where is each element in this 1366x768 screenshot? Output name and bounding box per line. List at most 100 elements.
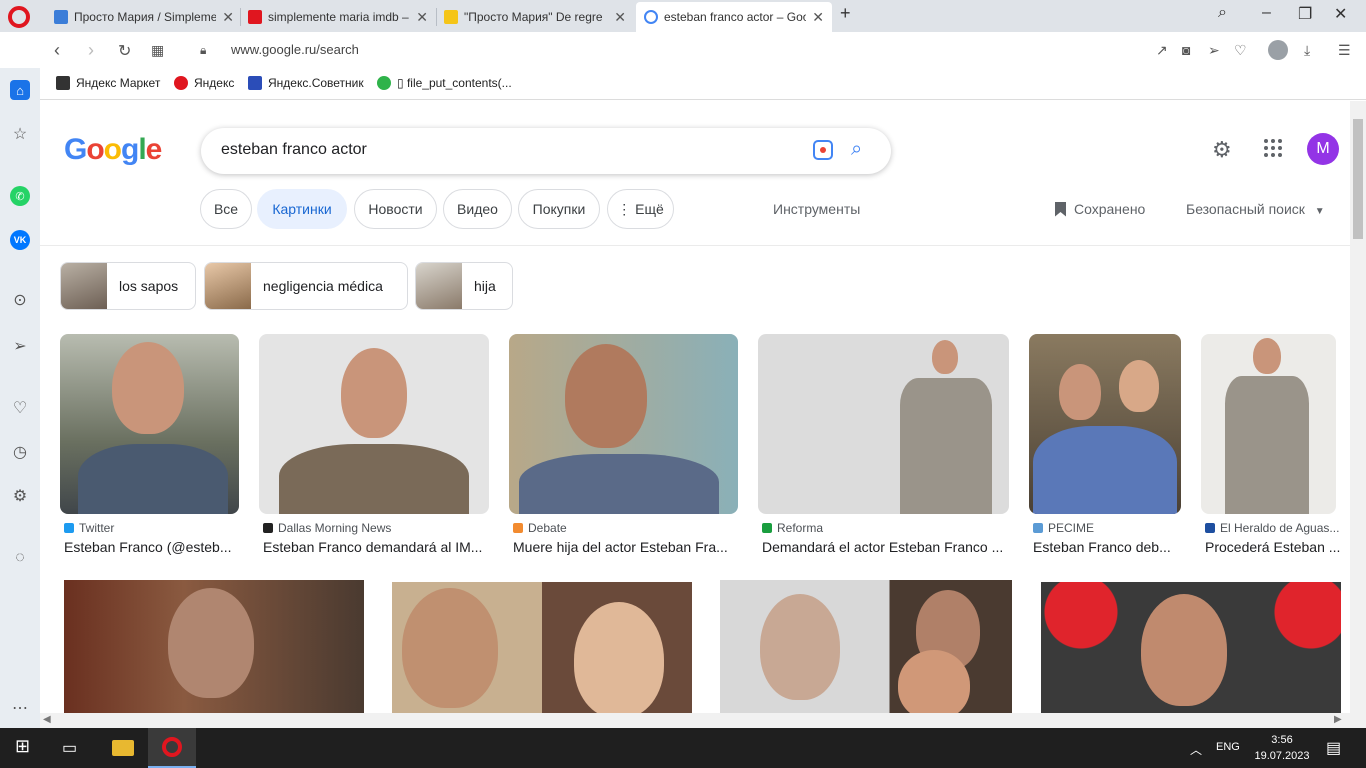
bookmark-file-put-contents[interactable]: ▯ file_put_contents(... bbox=[377, 76, 512, 90]
send-icon[interactable]: ➢ bbox=[10, 336, 30, 356]
result-source[interactable]: Twitter bbox=[64, 521, 114, 535]
filter-shopping[interactable]: Покупки bbox=[518, 189, 600, 229]
search-tabs-icon[interactable]: ⌕ bbox=[1218, 4, 1227, 22]
filter-images[interactable]: Картинки bbox=[257, 189, 347, 229]
file-explorer-icon[interactable] bbox=[112, 740, 134, 756]
image-result[interactable]: Twitter Esteban Franco (@esteb... bbox=[60, 334, 240, 564]
windows-start-icon[interactable]: ⊞ bbox=[15, 736, 30, 757]
download-icon[interactable]: ⤓ bbox=[1304, 42, 1310, 59]
result-caption[interactable]: Esteban Franco (@esteb... bbox=[64, 539, 239, 555]
safe-search-dropdown[interactable]: Безопасный поиск ▼ bbox=[1186, 201, 1325, 217]
close-icon[interactable]: ✕ bbox=[222, 9, 234, 26]
google-lens-icon[interactable] bbox=[813, 140, 833, 160]
result-caption[interactable]: Demandará el actor Esteban Franco ... bbox=[762, 539, 1010, 555]
image-result[interactable] bbox=[392, 582, 692, 713]
clock[interactable]: 3:56 19.07.2023 bbox=[1254, 732, 1310, 764]
url-field[interactable]: www.google.ru/search bbox=[231, 42, 359, 57]
scroll-right-icon[interactable]: ▶ bbox=[1334, 714, 1342, 725]
tab-active[interactable]: esteban franco actor – Goo ✕ bbox=[636, 2, 832, 32]
result-source[interactable]: Dallas Morning News bbox=[263, 521, 391, 535]
result-image[interactable] bbox=[60, 334, 239, 514]
close-icon[interactable]: ✕ bbox=[416, 9, 428, 26]
tips-icon[interactable]: ◌ bbox=[10, 548, 30, 568]
result-caption[interactable]: Muere hija del actor Esteban Fra... bbox=[513, 539, 738, 555]
result-caption[interactable]: Esteban Franco deb... bbox=[1033, 539, 1181, 555]
result-image[interactable] bbox=[64, 580, 364, 713]
result-image[interactable] bbox=[509, 334, 738, 514]
speed-dial-icon[interactable]: ▦ bbox=[151, 42, 164, 59]
opera-logo-icon[interactable] bbox=[8, 6, 30, 28]
result-source[interactable]: PECIME bbox=[1033, 521, 1094, 535]
result-image[interactable] bbox=[1201, 334, 1336, 514]
search-input[interactable]: esteban franco actor bbox=[221, 141, 367, 159]
tab-1[interactable]: Просто Мария / Simpleme ✕ bbox=[46, 2, 242, 32]
minimize-icon[interactable]: – bbox=[1262, 4, 1271, 22]
result-image[interactable] bbox=[392, 582, 692, 713]
google-logo[interactable]: Google bbox=[64, 133, 162, 167]
star-icon[interactable]: ☆ bbox=[10, 124, 30, 144]
new-tab-button[interactable]: + bbox=[840, 3, 851, 24]
vertical-scrollbar[interactable] bbox=[1350, 101, 1366, 728]
filter-all[interactable]: Все bbox=[200, 189, 252, 229]
horizontal-scrollbar[interactable]: ◀ ▶ bbox=[40, 713, 1350, 728]
image-result[interactable]: Reforma Demandará el actor Esteban Franc… bbox=[758, 334, 1010, 564]
forward-icon[interactable]: › bbox=[88, 40, 94, 61]
player-icon[interactable]: ⊙ bbox=[10, 290, 30, 310]
result-image[interactable] bbox=[259, 334, 489, 514]
result-source[interactable]: Reforma bbox=[762, 521, 823, 535]
search-icon[interactable]: ⌕ bbox=[851, 138, 862, 161]
heart-icon[interactable]: ♡ bbox=[10, 398, 30, 418]
home-icon[interactable]: ⌂ bbox=[10, 80, 30, 100]
image-result[interactable] bbox=[64, 580, 364, 713]
tab-3[interactable]: "Просто Мария" De regre ✕ bbox=[436, 2, 634, 32]
account-avatar[interactable]: M bbox=[1307, 133, 1339, 165]
image-result[interactable]: El Heraldo de Aguas... Procederá Esteban… bbox=[1201, 334, 1341, 564]
search-box[interactable]: esteban franco actor ⌕ bbox=[201, 128, 891, 174]
restore-icon[interactable]: ❐ bbox=[1298, 4, 1312, 24]
vk-icon[interactable]: VK bbox=[10, 230, 30, 250]
scroll-left-icon[interactable]: ◀ bbox=[43, 714, 51, 725]
result-image[interactable] bbox=[758, 334, 1009, 514]
settings-icon[interactable]: ⚙ bbox=[10, 486, 30, 506]
bookmark-yandex[interactable]: Яндекс bbox=[174, 76, 234, 90]
google-apps-icon[interactable] bbox=[1264, 139, 1282, 157]
result-source[interactable]: Debate bbox=[513, 521, 567, 535]
result-source[interactable]: El Heraldo de Aguas... bbox=[1205, 521, 1339, 535]
camera-icon[interactable]: ◙ bbox=[1182, 42, 1190, 58]
history-icon[interactable]: ◷ bbox=[10, 442, 30, 462]
close-icon[interactable]: ✕ bbox=[614, 9, 626, 26]
heart-icon[interactable]: ♡ bbox=[1234, 42, 1247, 59]
send-icon[interactable]: ➢ bbox=[1208, 42, 1220, 59]
filter-video[interactable]: Видео bbox=[443, 189, 512, 229]
result-caption[interactable]: Procederá Esteban ... bbox=[1205, 539, 1341, 555]
image-result[interactable] bbox=[1041, 582, 1341, 713]
related-chip-negligencia[interactable]: negligencia médica bbox=[204, 262, 408, 310]
image-result[interactable]: Debate Muere hija del actor Esteban Fra.… bbox=[509, 334, 739, 564]
task-view-icon[interactable]: ▭ bbox=[62, 738, 77, 758]
whatsapp-icon[interactable]: ✆ bbox=[10, 186, 30, 206]
tools-button[interactable]: Инструменты bbox=[773, 201, 860, 217]
image-result[interactable]: Dallas Morning News Esteban Franco deman… bbox=[259, 334, 489, 564]
reload-icon[interactable]: ↻ bbox=[118, 41, 131, 61]
bookmark-yandex-sovetnik[interactable]: Яндекс.Советник bbox=[248, 76, 364, 90]
bookmark-yandex-market[interactable]: Яндекс Маркет bbox=[56, 76, 160, 90]
share-icon[interactable]: ↗ bbox=[1156, 42, 1168, 59]
result-image[interactable] bbox=[1041, 582, 1341, 713]
related-chip-hija[interactable]: hija bbox=[415, 262, 513, 310]
opera-taskbar-button[interactable] bbox=[148, 728, 196, 768]
menu-icon[interactable]: ☰ bbox=[1338, 42, 1351, 59]
filter-more[interactable]: ⋮ Ещё bbox=[607, 189, 674, 229]
more-icon[interactable]: ⋯ bbox=[10, 698, 30, 718]
scrollbar-thumb[interactable] bbox=[1353, 119, 1363, 239]
result-caption[interactable]: Esteban Franco demandará al IM... bbox=[263, 539, 488, 555]
saved-button[interactable]: Сохранено bbox=[1055, 201, 1145, 217]
related-chip-los-sapos[interactable]: los sapos bbox=[60, 262, 196, 310]
image-result[interactable] bbox=[720, 580, 1012, 713]
settings-gear-icon[interactable]: ⚙ bbox=[1212, 137, 1232, 163]
result-image[interactable] bbox=[720, 580, 1012, 713]
language-indicator[interactable]: ENG bbox=[1216, 741, 1240, 753]
close-icon[interactable]: ✕ bbox=[812, 9, 824, 26]
chevron-up-icon[interactable]: ︿ bbox=[1190, 741, 1202, 758]
notifications-icon[interactable]: ▤ bbox=[1326, 738, 1341, 758]
close-window-icon[interactable]: ✕ bbox=[1334, 4, 1347, 24]
